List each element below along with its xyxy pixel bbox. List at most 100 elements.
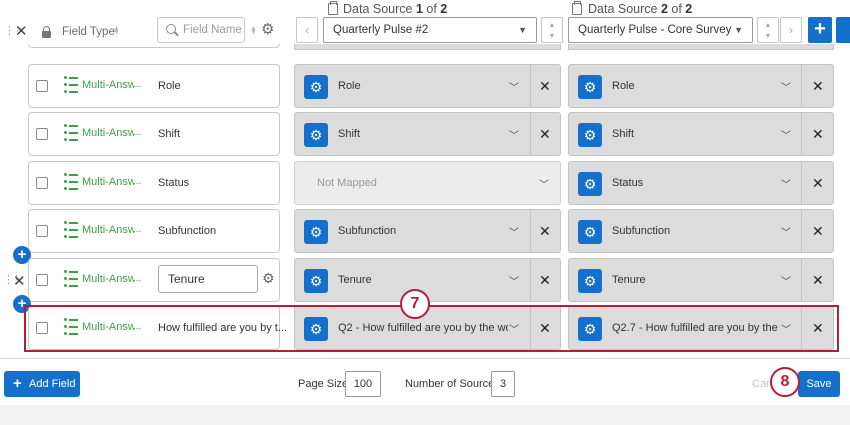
- field-type-label[interactable]: Multi-Answe: [82, 273, 134, 285]
- multi-answer-icon: [64, 75, 78, 95]
- data-source-1-select[interactable]: Quarterly Pulse #2 ▼: [323, 17, 537, 43]
- close-icon[interactable]: ✕: [15, 24, 28, 39]
- save-button[interactable]: Save: [798, 371, 840, 397]
- multi-answer-icon: [64, 123, 78, 143]
- field-mapping-editor: ⋮⋮ ✕ Field Type ▲ ▼ Field Name ▲ ▼ ⚙ Data …: [0, 0, 850, 425]
- chevron-down-icon[interactable]: ﹀: [509, 224, 519, 239]
- field-row-shift: Multi-Answe... Shift ⚙ Shift ﹀ ✕ ⚙ Shift…: [0, 112, 850, 160]
- source-1-sort-button[interactable]: ▲ ▼: [541, 17, 563, 43]
- gear-icon[interactable]: ⚙: [578, 123, 602, 147]
- row-checkbox[interactable]: [36, 177, 48, 189]
- field-cell: Multi-Answe... Role: [28, 64, 280, 108]
- field-cell: Multi-Answe... Shift: [28, 112, 280, 156]
- chevron-down-icon[interactable]: ﹀: [781, 79, 791, 94]
- clipboard-icon: [328, 1, 338, 15]
- field-name-input[interactable]: Tenure: [158, 265, 258, 293]
- field-type-label[interactable]: Multi-Answe: [82, 176, 134, 188]
- field-cell: Multi-Answe... Tenure ⚙: [28, 258, 280, 302]
- chevron-down-icon[interactable]: ﹀: [781, 273, 791, 288]
- settings-gear-icon[interactable]: ⚙: [261, 22, 274, 37]
- field-type-header[interactable]: Field Type: [62, 26, 115, 38]
- field-type-label[interactable]: Multi-Answe: [82, 79, 134, 91]
- close-icon[interactable]: ✕: [13, 272, 26, 290]
- remove-mapping-icon[interactable]: ✕: [812, 78, 824, 95]
- gear-icon[interactable]: ⚙: [578, 172, 602, 196]
- row-checkbox[interactable]: [36, 225, 48, 237]
- gear-icon[interactable]: ⚙: [578, 269, 602, 293]
- remove-mapping-icon[interactable]: ✕: [539, 272, 551, 289]
- remove-mapping-icon[interactable]: ✕: [812, 175, 824, 192]
- source-2-mapping[interactable]: ⚙ Role ﹀ ✕: [568, 64, 834, 108]
- multi-answer-icon: [64, 269, 78, 289]
- number-of-sources-label: Number of Sources:: [405, 378, 503, 390]
- gear-icon[interactable]: ⚙: [578, 220, 602, 244]
- chevron-down-icon[interactable]: ﹀: [781, 224, 791, 239]
- gear-icon[interactable]: ⚙: [578, 75, 602, 99]
- chevron-down-icon[interactable]: ﹀: [781, 127, 791, 142]
- multi-answer-icon: [64, 220, 78, 240]
- row-checkbox[interactable]: [36, 128, 48, 140]
- remove-mapping-icon[interactable]: ✕: [812, 223, 824, 240]
- page-size-input[interactable]: 100: [345, 371, 381, 397]
- chevron-down-icon[interactable]: ﹀: [781, 176, 791, 191]
- source-2-mapping[interactable]: ⚙ Tenure ﹀ ✕: [568, 258, 834, 302]
- more-options-button[interactable]: [836, 17, 850, 43]
- add-field-button[interactable]: + Add Field: [4, 371, 80, 397]
- chevron-down-icon[interactable]: ﹀: [509, 79, 519, 94]
- footer-bar: + Add Field Page Size: 100 Number of Sou…: [0, 358, 850, 405]
- field-row-role: Multi-Answe... Role ⚙ Role ﹀ ✕ ⚙ Role ﹀ …: [0, 64, 850, 112]
- data-source-2-title: Data Source 2 of 2: [588, 2, 693, 16]
- source-2-mapping[interactable]: ⚙ Shift ﹀ ✕: [568, 112, 834, 156]
- sort-icon[interactable]: ▲ ▼: [250, 25, 257, 36]
- data-source-2-select[interactable]: Quarterly Pulse - Core Survey ▼: [568, 17, 753, 43]
- field-row-subfunction: Multi-Answe... Subfunction ⚙ Subfunction…: [0, 209, 850, 257]
- field-cell: Multi-Answe... Subfunction: [28, 209, 280, 253]
- prev-source-button[interactable]: ‹: [296, 17, 318, 43]
- field-settings-gear-icon[interactable]: ⚙: [262, 271, 275, 285]
- chevron-down-icon[interactable]: ﹀: [539, 176, 549, 191]
- row-checkbox[interactable]: [36, 274, 48, 286]
- source-1-mapping[interactable]: ⚙ Shift ﹀ ✕: [294, 112, 561, 156]
- remove-mapping-icon[interactable]: ✕: [539, 78, 551, 95]
- source-1-mapping-empty[interactable]: Not Mapped ﹀: [294, 161, 561, 205]
- gear-icon[interactable]: ⚙: [304, 220, 328, 244]
- gear-icon[interactable]: ⚙: [304, 123, 328, 147]
- data-source-1-title: Data Source 1 of 2: [343, 2, 448, 16]
- remove-mapping-icon[interactable]: ✕: [539, 223, 551, 240]
- gear-icon[interactable]: ⚙: [304, 75, 328, 99]
- field-row-status: Multi-Answe... Status Not Mapped ﹀ ⚙ Sta…: [0, 161, 850, 209]
- next-source-button[interactable]: ›: [780, 17, 802, 43]
- field-name[interactable]: Status: [158, 177, 189, 189]
- chevron-down-icon: ▼: [518, 25, 527, 35]
- page-size-label: Page Size:: [298, 378, 352, 390]
- source-2-mapping[interactable]: ⚙ Status ﹀ ✕: [568, 161, 834, 205]
- remove-mapping-icon[interactable]: ✕: [812, 126, 824, 143]
- search-icon: [166, 24, 176, 34]
- callout-badge: 8: [770, 367, 800, 397]
- plus-icon: +: [13, 375, 22, 392]
- field-name[interactable]: Subfunction: [158, 225, 216, 237]
- callout-badge: 7: [400, 289, 430, 319]
- field-name[interactable]: Role: [158, 80, 181, 92]
- source-1-mapping[interactable]: ⚙ Subfunction ﹀ ✕: [294, 209, 561, 253]
- field-type-label[interactable]: Multi-Answe: [82, 224, 134, 236]
- source-2-sort-button[interactable]: ▲ ▼: [757, 17, 779, 43]
- chevron-down-icon[interactable]: ﹀: [509, 127, 519, 142]
- row-checkbox[interactable]: [36, 80, 48, 92]
- add-source-button[interactable]: +: [808, 17, 832, 43]
- bottom-band: [0, 405, 850, 425]
- sort-icon[interactable]: ▲ ▼: [113, 25, 120, 36]
- gear-icon[interactable]: ⚙: [304, 269, 328, 293]
- field-name[interactable]: Shift: [158, 128, 180, 140]
- remove-mapping-icon[interactable]: ✕: [539, 126, 551, 143]
- column-header: ⋮⋮ ✕ Field Type ▲ ▼ Field Name ▲ ▼ ⚙ Data …: [0, 0, 850, 50]
- multi-answer-icon: [64, 172, 78, 192]
- chevron-down-icon[interactable]: ﹀: [509, 273, 519, 288]
- field-name-search-input[interactable]: Field Name: [157, 17, 245, 43]
- number-of-sources-input[interactable]: 3: [491, 371, 515, 397]
- field-type-label[interactable]: Multi-Answe: [82, 127, 134, 139]
- source-1-mapping[interactable]: ⚙ Role ﹀ ✕: [294, 64, 561, 108]
- lock-icon: [42, 26, 51, 38]
- remove-mapping-icon[interactable]: ✕: [812, 272, 824, 289]
- source-2-mapping[interactable]: ⚙ Subfunction ﹀ ✕: [568, 209, 834, 253]
